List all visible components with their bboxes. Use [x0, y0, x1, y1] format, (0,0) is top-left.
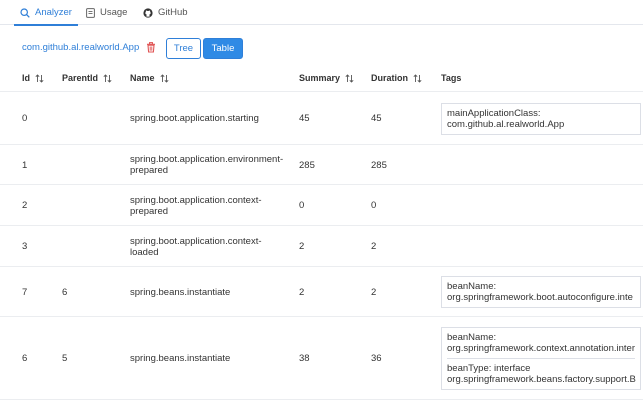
- tag-value: org.springframework.context.annotation.i…: [447, 343, 635, 354]
- header-name: Name: [130, 66, 169, 91]
- github-icon: [143, 7, 153, 18]
- cell-name: spring.boot.application.environment-prep…: [130, 154, 284, 176]
- cell-id: 1: [22, 159, 28, 171]
- cell-summary: 2: [299, 241, 305, 252]
- sort-icon[interactable]: [35, 74, 44, 83]
- table-row: 6 5 spring.beans.instantiate 38 36 beanN…: [0, 318, 643, 400]
- cell-parent-id: 6: [62, 286, 68, 298]
- cell-tags: mainApplicationClass: com.github.al.real…: [441, 93, 641, 144]
- tab-bar: Analyzer Usage GitHub: [0, 0, 643, 26]
- tag-key: beanName:: [447, 332, 497, 343]
- cell-summary: 285: [299, 159, 315, 171]
- cell-duration: 45: [371, 113, 382, 124]
- tree-view-button[interactable]: Tree: [166, 38, 201, 59]
- trash-icon[interactable]: [146, 42, 156, 56]
- cell-id: 7: [22, 286, 28, 298]
- table-row: 3 spring.boot.application.context-loaded…: [0, 227, 643, 267]
- table-row: 2 spring.boot.application.context-prepar…: [0, 186, 643, 226]
- document-icon: [86, 7, 95, 18]
- tag-entry: beanType: interface org.springframework.…: [447, 358, 636, 385]
- cell-id: 3: [22, 241, 28, 252]
- search-icon: [20, 7, 30, 18]
- cell-tags: beanName: org.springframework.context.an…: [441, 318, 641, 399]
- sort-icon[interactable]: [103, 74, 112, 83]
- cell-id: 0: [22, 113, 28, 124]
- header-parent-id: ParentId: [62, 66, 112, 91]
- sort-icon[interactable]: [413, 74, 422, 83]
- sort-icon[interactable]: [345, 74, 354, 83]
- tab-analyzer-label: Analyzer: [35, 7, 72, 18]
- table-row: 1 spring.boot.application.environment-pr…: [0, 146, 643, 185]
- cell-duration: 285: [371, 159, 387, 171]
- tag-box: mainApplicationClass: com.github.al.real…: [441, 102, 641, 135]
- cell-tags: beanName: org.springframework.boot.autoc…: [441, 268, 641, 316]
- cell-id: 2: [22, 200, 28, 211]
- tab-github[interactable]: GitHub: [143, 0, 188, 25]
- tag-box: beanName: org.springframework.boot.autoc…: [441, 276, 641, 308]
- table-view-button[interactable]: Table: [203, 38, 243, 59]
- tab-usage-label: Usage: [100, 7, 128, 18]
- cell-summary: 0: [299, 200, 305, 211]
- tag-key: mainApplicationClass:: [447, 107, 541, 119]
- tab-usage[interactable]: Usage: [86, 0, 127, 25]
- tag-box: beanName: org.springframework.context.an…: [441, 327, 641, 390]
- header-id: Id: [22, 66, 44, 91]
- table-row: 7 6 spring.beans.instantiate 2 2 beanNam…: [0, 268, 643, 317]
- cell-parent-id: 5: [62, 353, 68, 364]
- table-header: Id ParentId Name Summary Duration Tags: [0, 66, 643, 92]
- tag-value: org.springframework.boot.autoconfigure.i…: [447, 292, 633, 303]
- cell-name: spring.boot.application.starting: [130, 113, 259, 124]
- header-summary: Summary: [299, 66, 354, 91]
- cell-summary: 2: [299, 286, 305, 298]
- tab-github-label: GitHub: [158, 7, 188, 18]
- toolbar: com.github.al.realworld.App Tree Table: [0, 37, 643, 61]
- tag-key: beanName:: [447, 281, 497, 292]
- cell-name: spring.boot.application.context-loaded: [130, 235, 262, 258]
- app-class-link[interactable]: com.github.al.realworld.App: [22, 42, 139, 53]
- cell-duration: 2: [371, 241, 377, 252]
- header-tags: Tags: [441, 73, 462, 83]
- header-duration: Duration: [371, 66, 422, 91]
- table-row: 0 spring.boot.application.starting 45 45…: [0, 93, 643, 145]
- cell-summary: 38: [299, 353, 310, 364]
- tag-key: beanType: interface: [447, 363, 531, 374]
- cell-summary: 45: [299, 113, 310, 124]
- cell-duration: 0: [371, 200, 377, 211]
- cell-id: 6: [22, 353, 28, 364]
- cell-name: spring.beans.instantiate: [130, 353, 231, 364]
- cell-duration: 36: [371, 353, 382, 364]
- cell-name: spring.beans.instantiate: [130, 286, 231, 298]
- tag-value: org.springframework.beans.factory.suppor…: [447, 374, 636, 385]
- sort-icon[interactable]: [159, 74, 169, 83]
- tag-value: com.github.al.realworld.App: [447, 118, 565, 130]
- cell-duration: 2: [371, 286, 377, 298]
- cell-name: spring.boot.application.context-prepared: [130, 194, 262, 217]
- tab-analyzer[interactable]: Analyzer: [14, 0, 78, 26]
